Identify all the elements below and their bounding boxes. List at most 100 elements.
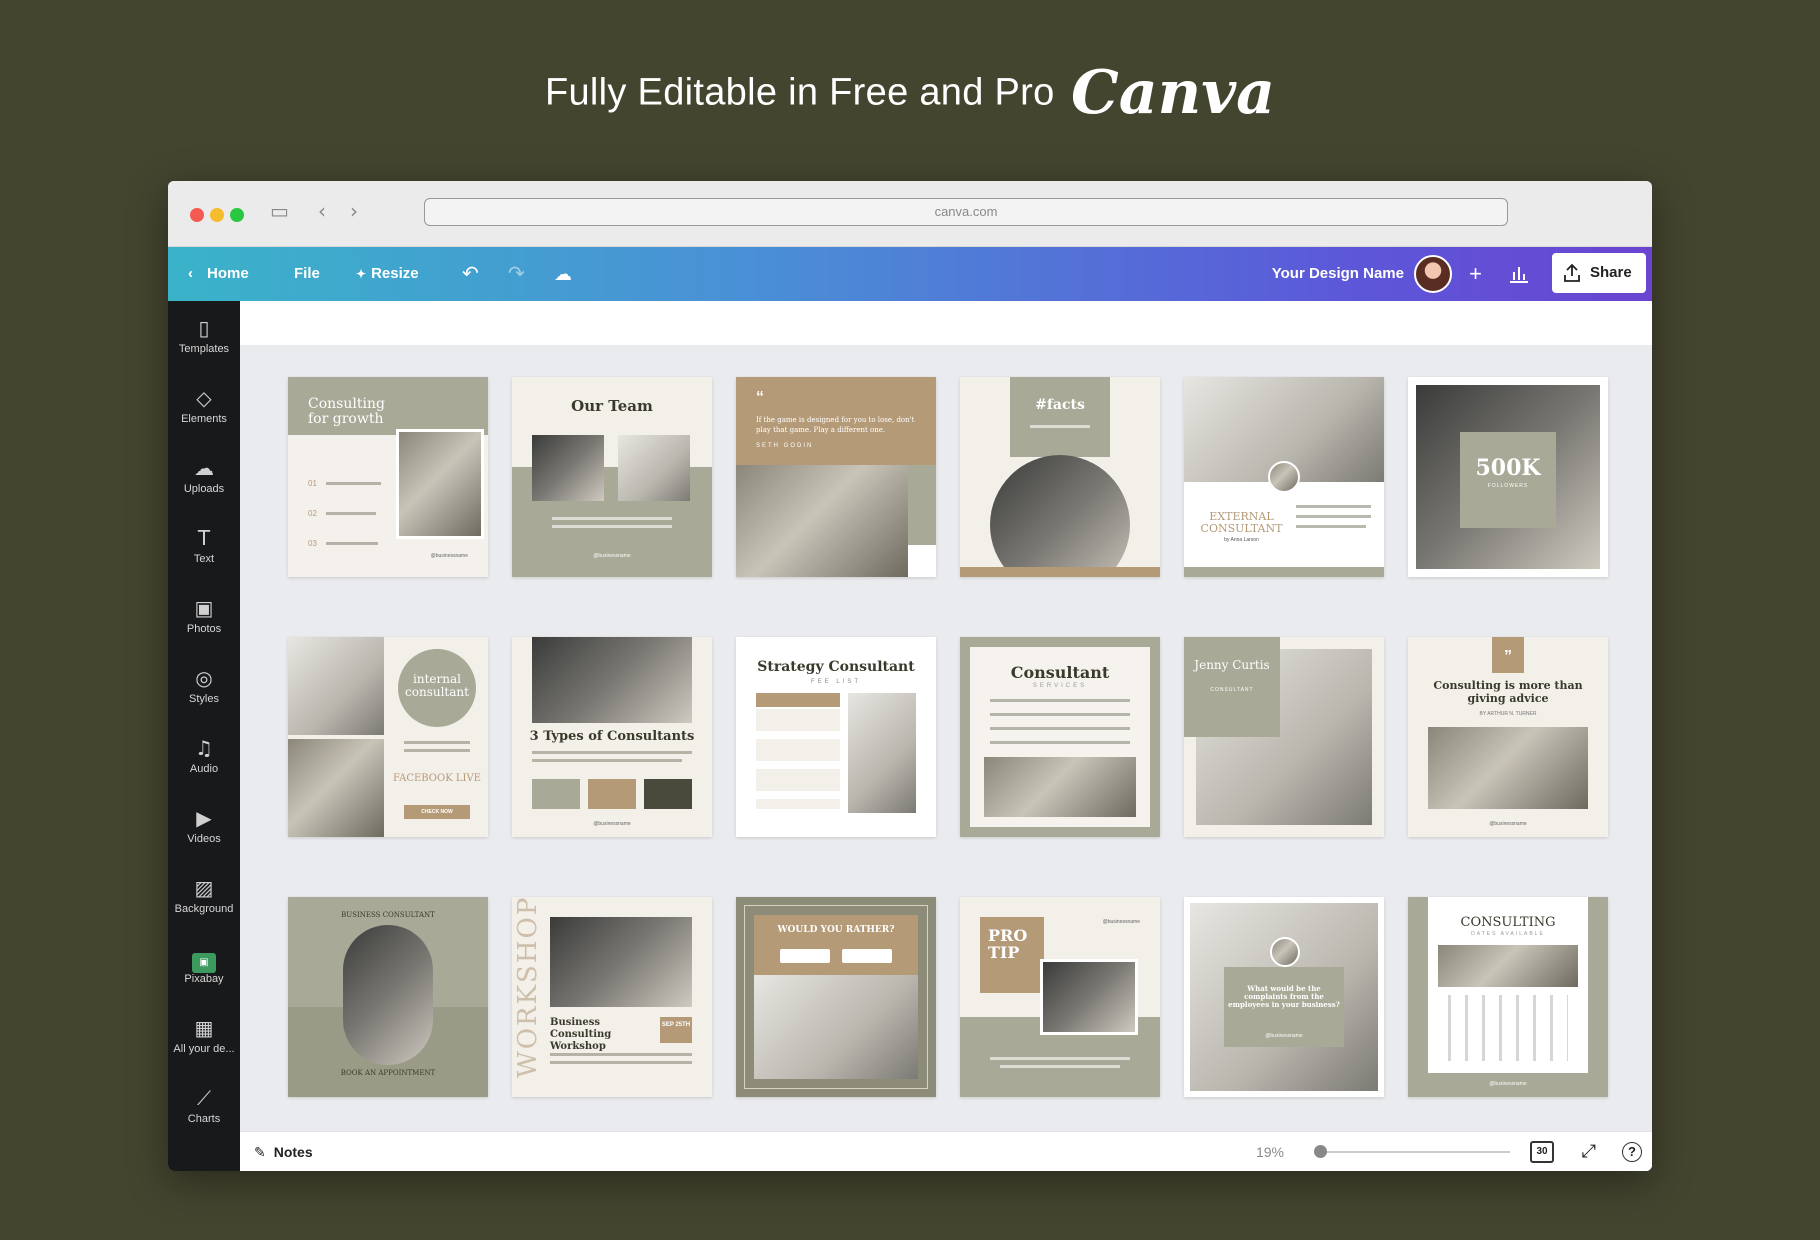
sage-footer	[1184, 567, 1384, 577]
sidebar-item-label: Templates	[178, 343, 230, 355]
page-thumbnail[interactable]: EXTERNAL CONSULTANT by Anna Larson 5	[1184, 377, 1384, 577]
text-line	[532, 751, 692, 754]
page-author: by Anna Larson	[1224, 537, 1259, 543]
url-bar[interactable]: canva.com	[424, 198, 1508, 226]
page-title: internal consultant	[405, 672, 469, 699]
page-thumbnail[interactable]: PRO TIP @businessname 16	[960, 897, 1160, 1097]
avatar[interactable]	[1414, 255, 1452, 293]
page-bullet: 02	[308, 509, 317, 518]
canva-logo: Canva	[1071, 58, 1276, 128]
page-title: Our Team	[571, 397, 653, 415]
page-title: Business Consulting Workshop	[550, 1017, 612, 1052]
consultant-avatar	[1268, 461, 1300, 493]
close-window-button[interactable]	[190, 208, 204, 222]
sidebar-item-all-your-de[interactable]: ▦ All your de...	[168, 1001, 240, 1071]
page-thumbnail[interactable]: What would be the complaints from the em…	[1184, 897, 1384, 1097]
zoom-slider[interactable]	[1314, 1145, 1510, 1158]
sidebar-item-uploads[interactable]: ☁ Uploads	[168, 441, 240, 511]
page-photo	[1040, 959, 1138, 1035]
sidebar-item-label: All your de...	[173, 1043, 235, 1055]
text-line	[990, 1057, 1130, 1060]
page-thumbnail[interactable]: “ If the game is designed for you to los…	[736, 377, 936, 577]
minimize-window-button[interactable]	[210, 208, 224, 222]
text-line	[990, 699, 1130, 702]
zoom-level: 19%	[1255, 1144, 1284, 1160]
sage-block	[908, 465, 936, 545]
file-menu[interactable]: File	[294, 247, 320, 301]
sidebar-item-pixabay[interactable]: ▣ Pixabay	[168, 931, 240, 1001]
help-icon[interactable]: ?	[1622, 1142, 1642, 1162]
sage-block	[1010, 377, 1110, 457]
zoom-slider-handle[interactable]	[1314, 1145, 1327, 1158]
sidebar-item-background[interactable]: ▨ Background	[168, 861, 240, 931]
team-photo	[618, 435, 690, 501]
sidebar-item-label: Audio	[189, 763, 219, 775]
page-handle: @businessname	[430, 553, 468, 559]
sidebar-item-videos[interactable]: ▶ Videos	[168, 791, 240, 861]
page-thumbnail[interactable]: 500K FOLLOWERS 6	[1408, 377, 1608, 577]
sidebar-item-photos[interactable]: ▣ Photos	[168, 581, 240, 651]
sidebar-item-label: Pixabay	[184, 973, 224, 985]
page-title: WOULD YOU RATHER?	[777, 925, 895, 935]
add-collaborator-icon[interactable]: +	[1469, 247, 1482, 301]
notes-button[interactable]: ✎ Notes	[254, 1132, 313, 1171]
sidebar-item-charts[interactable]: ⟋ Charts	[168, 1071, 240, 1141]
page-thumbnail[interactable]: Consulting for growth 01 02 03 @business…	[288, 377, 488, 577]
page-thumbnail[interactable]: WOULD YOU RATHER? 15	[736, 897, 936, 1097]
forward-arrow-icon[interactable]: ›	[350, 199, 358, 223]
insights-icon[interactable]	[1508, 262, 1530, 284]
page-thumbnail[interactable]: Jenny Curtis CONSULTANT 11	[1184, 637, 1384, 837]
page-subtitle: DATES AVAILABLE	[1471, 931, 1545, 937]
page-count-button[interactable]: 30	[1530, 1141, 1554, 1163]
page-title: Jenny Curtis	[1194, 658, 1270, 672]
page-thumbnail[interactable]: Consultant SERVICES 10	[960, 637, 1160, 837]
undo-icon[interactable]: ↶	[462, 247, 479, 301]
headline-text: Fully Editable in Free and Pro	[544, 71, 1055, 114]
page-thumbnail[interactable]: ” Consulting is more than giving advice …	[1408, 637, 1608, 837]
sidebar-item-text[interactable]: T Text	[168, 511, 240, 581]
sidebar-item-label: Elements	[181, 413, 227, 425]
page-thumbnail[interactable]: internal consultant FACEBOOK LIVE CHECK …	[288, 637, 488, 837]
design-name[interactable]: Your Design Name	[1272, 247, 1404, 301]
option-pill	[780, 949, 830, 963]
calendar-grid	[1448, 995, 1568, 1061]
templates-icon: ▯	[198, 316, 210, 340]
sidebar-item-styles[interactable]: ◎ Styles	[168, 651, 240, 721]
date-badge: SEP 25TH	[660, 1017, 692, 1043]
page-thumbnail[interactable]: BUSINESS CONSULTANT BOOK AN APPOINTMENT …	[288, 897, 488, 1097]
redo-icon[interactable]: ↷	[508, 247, 525, 301]
page-thumbnail[interactable]: CONSULTING DATES AVAILABLE @businessname…	[1408, 897, 1608, 1097]
page-subtitle: SERVICES	[1032, 683, 1088, 689]
text-line	[1296, 515, 1371, 518]
text-line	[552, 517, 672, 520]
page-thumbnail[interactable]: Our Team @businessname 2	[512, 377, 712, 577]
back-arrow-icon[interactable]: ‹	[318, 199, 326, 223]
maximize-window-button[interactable]	[230, 208, 244, 222]
videos-icon: ▶	[196, 806, 212, 830]
sidebar-item-audio[interactable]: ♫ Audio	[168, 721, 240, 791]
home-button[interactable]: ‹ Home	[188, 247, 249, 301]
option-pill	[842, 949, 892, 963]
page-title: BUSINESS CONSULTANT	[341, 911, 435, 919]
page-title: 500K	[1475, 455, 1541, 481]
fullscreen-icon[interactable]: ⤢	[1582, 1132, 1596, 1171]
page-thumbnail[interactable]: Strategy Consultant FEE LIST 9	[736, 637, 936, 837]
resize-button[interactable]: ✦ Resize	[356, 247, 419, 301]
sidebar-item-label: Charts	[187, 1113, 221, 1125]
cloud-save-icon[interactable]: ☁	[554, 247, 572, 301]
sidebar-item-label: Text	[193, 553, 215, 565]
sidebar-item-label: Videos	[187, 833, 221, 845]
sidebar-item-elements[interactable]: ◇ Elements	[168, 371, 240, 441]
notes-label: Notes	[273, 1144, 313, 1160]
page-photo	[288, 739, 384, 837]
photos-icon: ▣	[194, 596, 214, 620]
page-thumbnail[interactable]: 3 Types of Consultants @businessname 8	[512, 637, 712, 837]
sidebar-toggle-icon[interactable]: ▭	[270, 199, 289, 223]
styles-icon: ◎	[195, 666, 213, 690]
page-thumbnail[interactable]: #facts 4	[960, 377, 1160, 577]
sidebar-item-templates[interactable]: ▯ Templates	[168, 301, 240, 371]
page-title: 3 Types of Consultants	[529, 729, 695, 744]
page-thumbnail[interactable]: WORKSHOP Business Consulting Workshop SE…	[512, 897, 712, 1097]
share-button[interactable]: Share	[1552, 253, 1646, 293]
page-subtitle: FEE LIST	[810, 679, 861, 685]
